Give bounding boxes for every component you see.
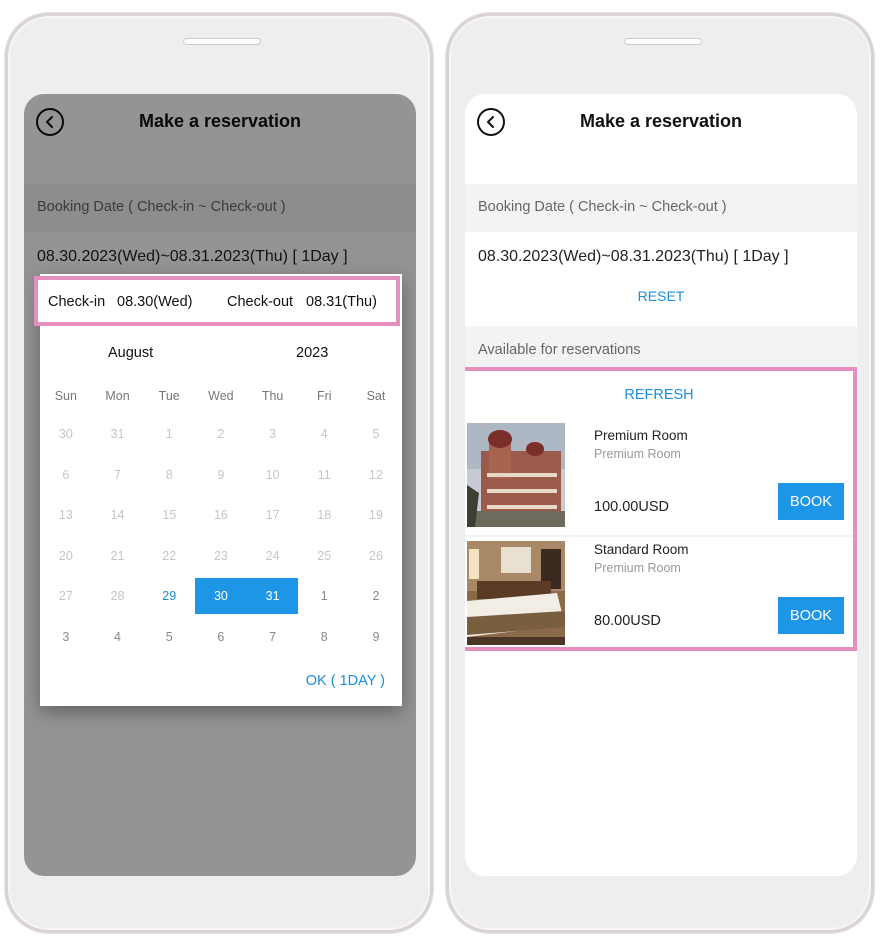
calendar-day: 4 [320, 427, 328, 441]
calendar-day: 1 [165, 427, 173, 441]
room-card[interactable]: Standard Room Premium Room 80.00USD BOOK [465, 535, 853, 647]
calendar-day: 22 [162, 548, 177, 563]
calendar-day: 11 [317, 467, 331, 482]
calendar-day: 24 [265, 548, 280, 563]
hotel-exterior-image [467, 423, 565, 527]
calendar-day: 31 [110, 427, 125, 441]
ok-button[interactable]: OK ( 1DAY ) [306, 673, 385, 689]
left-phone: Make a reservation Booking Date ( Check-… [5, 13, 433, 933]
calendar-day: 7 [114, 467, 121, 482]
calendar-day: 28 [110, 589, 125, 603]
available-rooms-box: REFRESH Premium Room Premium Room 100.00… [465, 367, 857, 651]
available-label: Available for reservations [465, 326, 857, 368]
weekday: Tue [158, 389, 180, 403]
room-price: 80.00USD [594, 613, 661, 629]
weekday: Sat [366, 389, 386, 403]
checkin-label: Check-in [48, 294, 106, 310]
calendar-day: 20 [58, 548, 73, 563]
calendar-day: 26 [369, 548, 383, 563]
calendar-day[interactable]: 9 [350, 619, 402, 655]
calendar-day[interactable]: 31 [246, 578, 299, 614]
room-name: Premium Room [594, 428, 688, 443]
calendar-day[interactable]: 8 [298, 619, 350, 655]
calendar-day: 19 [369, 508, 383, 522]
book-button[interactable]: BOOK [778, 597, 844, 634]
calendar-day[interactable]: 6 [195, 619, 247, 655]
checkin-checkout-bar: Check-in 08.30(Wed) Check-out 08.31(Thu) [34, 276, 400, 326]
calendar-month[interactable]: August [108, 345, 153, 361]
weekday: Thu [261, 389, 284, 403]
book-button[interactable]: BOOK [778, 483, 844, 520]
weekday: Mon [105, 389, 130, 403]
calendar-day[interactable]: 2 [350, 578, 402, 614]
calendar-day[interactable]: 30 [195, 578, 247, 614]
right-screen: Make a reservation Booking Date ( Check-… [465, 94, 857, 876]
room-subtitle: Premium Room [594, 447, 681, 461]
room-subtitle: Premium Room [594, 561, 681, 575]
calendar-day: 2 [217, 427, 225, 441]
room-card[interactable]: Premium Room Premium Room 100.00USD BOOK [465, 423, 853, 535]
calendar-day: 14 [110, 508, 125, 522]
calendar-week: 6 7 8 9 10 11 12 [40, 457, 402, 498]
reset-button[interactable]: RESET [465, 284, 857, 326]
right-phone: Make a reservation Booking Date ( Check-… [446, 13, 874, 933]
weekday: Wed [208, 389, 234, 403]
weekday-header: Sun Mon Tue Wed Thu Fri Sat [40, 389, 402, 403]
hotel-room-image [467, 541, 565, 645]
calendar-week: 20 21 22 23 24 25 26 [40, 538, 402, 579]
refresh-button[interactable]: REFRESH [465, 371, 853, 423]
page-title: Make a reservation [579, 111, 743, 131]
calendar-dialog: Check-in 08.30(Wed) Check-out 08.31(Thu)… [34, 274, 402, 706]
calendar-day: 10 [265, 467, 280, 482]
calendar-year[interactable]: 2023 [296, 345, 328, 361]
calendar-day: 23 [213, 548, 228, 563]
room-name: Standard Room [594, 542, 689, 557]
calendar-day[interactable]: 4 [92, 619, 144, 655]
calendar-week: 27 28 29 30 31 1 2 [40, 578, 402, 619]
booking-date-label: Booking Date ( Check-in ~ Check-out ) [465, 184, 857, 232]
checkout-label: Check-out [227, 294, 294, 310]
calendar-week: 3456789 [40, 619, 402, 660]
calendar-day: 17 [265, 508, 280, 522]
left-screen: Make a reservation Booking Date ( Check-… [24, 94, 416, 876]
calendar-day: 21 [110, 548, 125, 563]
calendar-day: 30 [58, 427, 73, 441]
calendar-day: 18 [317, 508, 332, 522]
calendar-day: 15 [162, 508, 177, 522]
calendar-week: 30 31 1 2 3 4 5 [40, 416, 402, 457]
calendar-day: 12 [369, 467, 383, 482]
calendar-day: 9 [217, 467, 225, 482]
calendar-day: 5 [372, 427, 380, 441]
speaker [624, 38, 702, 45]
calendar-day: 8 [165, 467, 173, 482]
date-range: 08.30.2023(Wed)~08.31.2023(Thu) [ 1Day ] [478, 248, 789, 265]
calendar-day: 16 [213, 508, 228, 522]
room-price: 100.00USD [594, 499, 669, 515]
calendar-day[interactable]: 1 [298, 578, 350, 614]
weekday: Sun [54, 389, 77, 403]
calendar-day: 3 [269, 427, 277, 441]
calendar-day[interactable]: 5 [143, 619, 195, 655]
calendar-week: 13 14 15 16 17 18 19 [40, 497, 402, 538]
calendar-grid: 30 31 1 2 3 4 5 6 7 8 9 10 11 12 13 14 15 16 17 18 19 20 21 22 2… [40, 416, 402, 659]
checkin-value: 08.30(Wed) [117, 294, 193, 310]
calendar-day: 13 [58, 508, 73, 522]
calendar-day[interactable]: 29 [143, 578, 195, 614]
speaker [183, 38, 261, 45]
header: Make a reservation [465, 94, 857, 184]
checkout-value: 08.31(Thu) [306, 294, 377, 310]
calendar-day[interactable]: 3 [40, 619, 92, 655]
calendar-day: 6 [62, 467, 70, 482]
calendar-day[interactable]: 7 [247, 619, 299, 655]
weekday: Fri [316, 389, 332, 403]
calendar-day: 25 [317, 548, 332, 563]
calendar-day: 27 [58, 589, 73, 603]
